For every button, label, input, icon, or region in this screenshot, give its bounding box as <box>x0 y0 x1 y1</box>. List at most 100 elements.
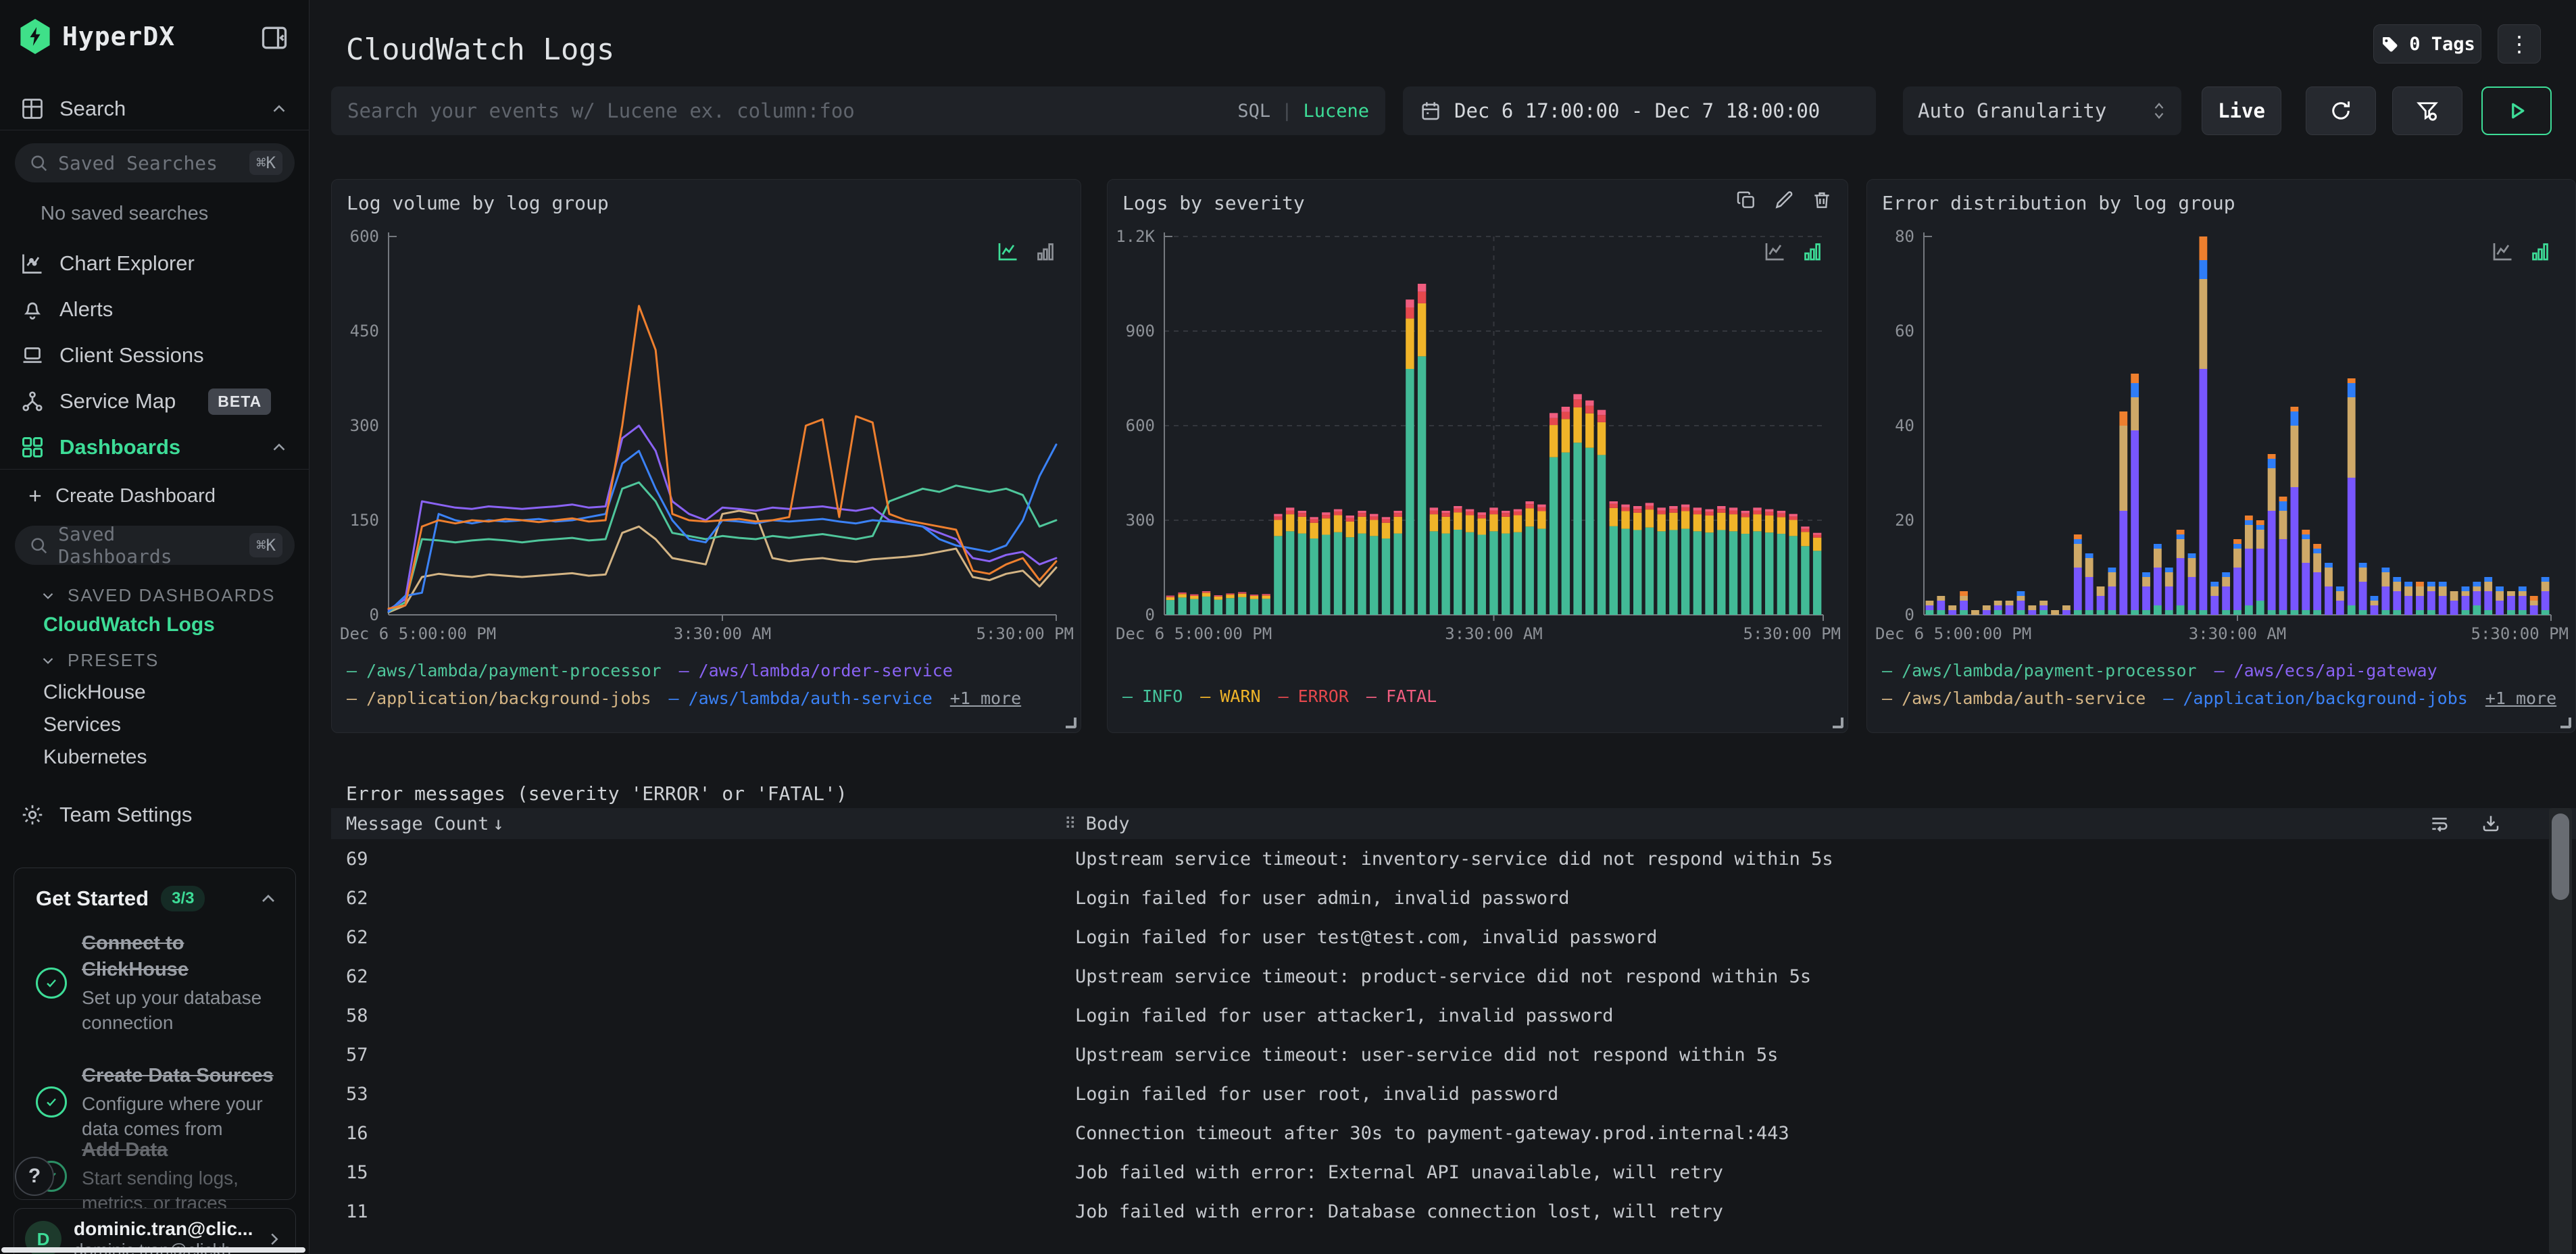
stacked-bar-chart[interactable]: 0 300 600 900 1.2K Dec 6 5:00:00 PM 3:30:00 AM… <box>1113 219 1843 646</box>
sidebar-item-service-map[interactable]: Service Map BETA <box>0 385 309 418</box>
sidebar-item-dashboards[interactable]: Dashboards <box>0 431 309 463</box>
time-range-picker[interactable]: Dec 6 17:00:00 - Dec 7 18:00:00 <box>1403 86 1876 135</box>
legend-item[interactable]: — WARN <box>1200 686 1260 706</box>
svg-text:0: 0 <box>1905 605 1914 624</box>
bar-chart-toggle-icon[interactable] <box>1800 239 1825 264</box>
sidebar-item-team-settings[interactable]: Team Settings <box>0 799 309 831</box>
sidebar-item-chart-explorer[interactable]: Chart Explorer <box>0 247 309 280</box>
saved-searches-input[interactable]: Saved Searches ⌘K <box>15 143 295 182</box>
sidebar-item-alerts[interactable]: Alerts <box>0 293 309 326</box>
legend-item[interactable]: — INFO <box>1122 686 1183 706</box>
sidebar-item-label: Search <box>59 97 126 120</box>
body-cell: Login failed for user admin, invalid pas… <box>1075 888 1570 909</box>
legend-more-link[interactable]: +1 more <box>950 688 1021 708</box>
chevron-up-icon[interactable] <box>257 888 279 909</box>
sidebar-item-search[interactable]: Search <box>0 93 309 124</box>
wrap-text-icon[interactable] <box>2429 813 2450 834</box>
table-row[interactable]: 15 Job failed with error: External API un… <box>331 1153 2548 1192</box>
legend-item[interactable]: — FATAL <box>1366 686 1437 706</box>
download-icon[interactable] <box>2480 813 2502 834</box>
bar-chart-toggle-icon[interactable] <box>2528 239 2552 264</box>
svg-text:80: 80 <box>1895 227 1914 246</box>
legend-item[interactable]: —/aws/lambda/order-service <box>679 661 953 680</box>
legend-item[interactable]: —/aws/lambda/auth-service <box>669 688 933 708</box>
tags-button[interactable]: 0 Tags <box>2373 24 2481 64</box>
table-row[interactable]: 62 Login failed for user test@test.com, i… <box>331 918 2548 957</box>
sidebar-item-label: Team Settings <box>59 803 193 826</box>
help-button[interactable]: ? <box>15 1157 54 1196</box>
table-row[interactable]: 53 Login failed for user root, invalid pa… <box>331 1074 2548 1113</box>
legend-item[interactable]: —/aws/lambda/payment-processor <box>1882 661 2197 680</box>
message-count-cell: 62 <box>346 927 368 948</box>
legend-item[interactable]: —/aws/lambda/auth-service <box>1882 688 2146 708</box>
get-started-step[interactable]: Connect to ClickHouse Set up your databa… <box>36 930 282 1035</box>
filter-button[interactable] <box>2392 86 2462 135</box>
line-chart[interactable]: 0 150 300 450 600 Dec 6 5:00:00 PM 3:30:00 AM 5… <box>337 219 1076 646</box>
sql-toggle[interactable]: SQL <box>1237 101 1270 122</box>
legend-item[interactable]: —/aws/ecs/api-gateway <box>2214 661 2437 680</box>
table-row[interactable]: 62 Login failed for user admin, invalid p… <box>331 878 2548 918</box>
beta-badge: BETA <box>208 388 272 415</box>
drag-handle-icon[interactable]: ⠿ <box>1064 814 1076 833</box>
legend-item[interactable]: —/application/background-jobs <box>347 688 651 708</box>
run-query-button[interactable] <box>2481 86 2552 135</box>
page-title: CloudWatch Logs <box>346 32 615 67</box>
sidebar-item-clickhouse[interactable]: ClickHouse <box>43 681 146 704</box>
sidebar-item-client-sessions[interactable]: Client Sessions <box>0 339 309 372</box>
panel-log-volume: Log volume by log group 0 150 300 450 600 Dec… <box>331 179 1081 733</box>
saved-dashboards-input[interactable]: Saved Dashboards ⌘K <box>15 523 295 568</box>
get-started-step[interactable]: Add Data Start sending logs, metrics, or… <box>36 1137 282 1215</box>
sidebar-item-kubernetes[interactable]: Kubernetes <box>43 746 147 769</box>
sidebar-item-cloudwatch-logs[interactable]: CloudWatch Logs <box>43 613 215 636</box>
resize-handle[interactable] <box>2560 718 2571 728</box>
scrollbar-thumb[interactable] <box>2552 813 2569 900</box>
svg-text:600: 600 <box>350 227 379 246</box>
legend-item[interactable]: — ERROR <box>1279 686 1349 706</box>
legend-more-link[interactable]: +1 more <box>2485 688 2556 708</box>
column-body[interactable]: ⠿ Body <box>1064 813 1130 834</box>
refresh-button[interactable] <box>2306 86 2376 135</box>
table-row[interactable]: 57 Upstream service timeout: user-service… <box>331 1035 2548 1074</box>
legend-item[interactable]: —/application/background-jobs <box>2163 688 2468 708</box>
line-chart-toggle-icon[interactable] <box>995 239 1020 264</box>
chevron-up-icon[interactable] <box>269 437 289 457</box>
granularity-select[interactable]: Auto Granularity <box>1903 86 2181 135</box>
presets-group[interactable]: PRESETS <box>0 650 309 671</box>
sidebar-scrollbar[interactable] <box>1 1247 305 1253</box>
bell-icon <box>20 297 45 322</box>
search-placeholder: Search your events w/ Lucene ex. column:… <box>347 99 855 122</box>
chevron-up-icon[interactable] <box>269 99 289 119</box>
resize-handle[interactable] <box>1833 718 1843 728</box>
table-row[interactable]: 11 Job failed with error: Database connec… <box>331 1192 2548 1231</box>
table-row[interactable]: 69 Upstream service timeout: inventory-se… <box>331 839 2548 878</box>
shortcut-badge: ⌘K <box>249 151 282 175</box>
no-saved-searches-text: No saved searches <box>41 203 209 224</box>
column-message-count[interactable]: Message Count ↓ <box>346 813 504 834</box>
page-menu-button[interactable]: ⋮ <box>2498 24 2541 64</box>
sidebar-item-services[interactable]: Services <box>43 713 121 736</box>
live-button[interactable]: Live <box>2202 86 2281 135</box>
bar-chart-toggle-icon[interactable] <box>1033 239 1058 264</box>
event-search-input[interactable]: Search your events w/ Lucene ex. column:… <box>331 86 1385 135</box>
duplicate-icon[interactable] <box>1735 189 1757 211</box>
table-row[interactable]: 16 Connection timeout after 30s to paymen… <box>331 1113 2548 1153</box>
group-label-text: PRESETS <box>68 650 159 670</box>
delete-icon[interactable] <box>1811 189 1833 211</box>
get-started-step[interactable]: Create Data Sources Configure where your… <box>36 1063 282 1141</box>
toggle-separator: | <box>1281 100 1293 122</box>
lucene-toggle[interactable]: Lucene <box>1303 101 1369 122</box>
table-row[interactable]: 62 Upstream service timeout: product-serv… <box>331 957 2548 996</box>
kebab-icon: ⋮ <box>2508 32 2530 56</box>
panel-title: Log volume by log group <box>347 192 609 214</box>
chevron-down-icon <box>43 657 53 664</box>
resize-handle[interactable] <box>1066 718 1076 728</box>
legend-item[interactable]: —/aws/lambda/payment-processor <box>347 661 662 680</box>
line-chart-toggle-icon[interactable] <box>2490 239 2515 264</box>
line-chart-toggle-icon[interactable] <box>1762 239 1787 264</box>
edit-icon[interactable] <box>1773 189 1795 211</box>
collapse-sidebar-icon[interactable] <box>259 23 289 50</box>
stacked-bar-chart[interactable]: 0 20 40 60 80 Dec 6 5:00:00 PM 3:30:00 AM 5:30:… <box>1873 219 2571 646</box>
saved-dashboards-group[interactable]: SAVED DASHBOARDS <box>0 585 309 606</box>
table-row[interactable]: 58 Login failed for user attacker1, inval… <box>331 996 2548 1035</box>
create-dashboard-button[interactable]: Create Dashboard <box>0 481 309 511</box>
